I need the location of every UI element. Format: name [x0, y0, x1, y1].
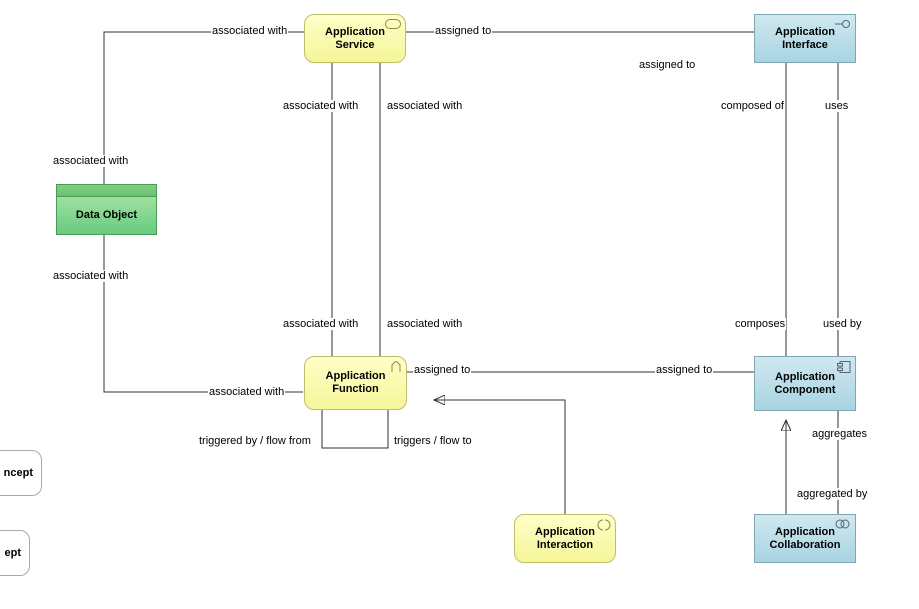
interaction-icon: [597, 519, 611, 535]
interface-icon: [835, 19, 851, 33]
node-label: ncept: [4, 467, 33, 480]
edge-label: aggregates: [811, 428, 868, 440]
edge-label: associated with: [211, 25, 288, 37]
edge-label: associated with: [282, 100, 359, 112]
edge-label: uses: [824, 100, 849, 112]
node-application-interface[interactable]: ApplicationInterface: [754, 14, 856, 63]
edge-label: associated with: [208, 386, 285, 398]
node-data-object[interactable]: Data Object: [56, 196, 157, 235]
node-label: ApplicationInterface: [775, 26, 835, 51]
function-icon: [390, 361, 402, 377]
node-application-function[interactable]: ApplicationFunction: [304, 356, 407, 410]
node-label: ept: [5, 547, 22, 560]
edge-label: composes: [734, 318, 786, 330]
service-icon: [385, 19, 401, 33]
node-application-collaboration[interactable]: ApplicationCollaboration: [754, 514, 856, 563]
edge-label: assigned to: [413, 364, 471, 376]
edge-label: associated with: [52, 270, 129, 282]
edge-label: triggers / flow to: [393, 435, 473, 447]
edge-label: assigned to: [638, 59, 696, 71]
node-concept-2[interactable]: ept: [0, 530, 30, 576]
node-label: ApplicationFunction: [326, 370, 386, 395]
edge-label: associated with: [386, 318, 463, 330]
edge-label: used by: [822, 318, 863, 330]
node-application-component[interactable]: ApplicationComponent: [754, 356, 856, 411]
edge-label: associated with: [386, 100, 463, 112]
edge-label: assigned to: [434, 25, 492, 37]
edge-label: aggregated by: [796, 488, 868, 500]
node-application-service[interactable]: ApplicationService: [304, 14, 406, 63]
node-application-interaction[interactable]: ApplicationInteraction: [514, 514, 616, 563]
edge-label: assigned to: [655, 364, 713, 376]
collaboration-icon: [835, 519, 851, 533]
node-label: ApplicationService: [325, 26, 385, 51]
node-label: Data Object: [76, 209, 137, 222]
edge-label: triggered by / flow from: [198, 435, 312, 447]
edge-label: associated with: [52, 155, 129, 167]
component-icon: [837, 361, 851, 377]
node-label: ApplicationComponent: [774, 371, 835, 396]
edge-label: associated with: [282, 318, 359, 330]
node-concept-1[interactable]: ncept: [0, 450, 42, 496]
edge-label: composed of: [720, 100, 785, 112]
node-label: ApplicationInteraction: [535, 526, 595, 551]
node-label: ApplicationCollaboration: [770, 526, 841, 551]
